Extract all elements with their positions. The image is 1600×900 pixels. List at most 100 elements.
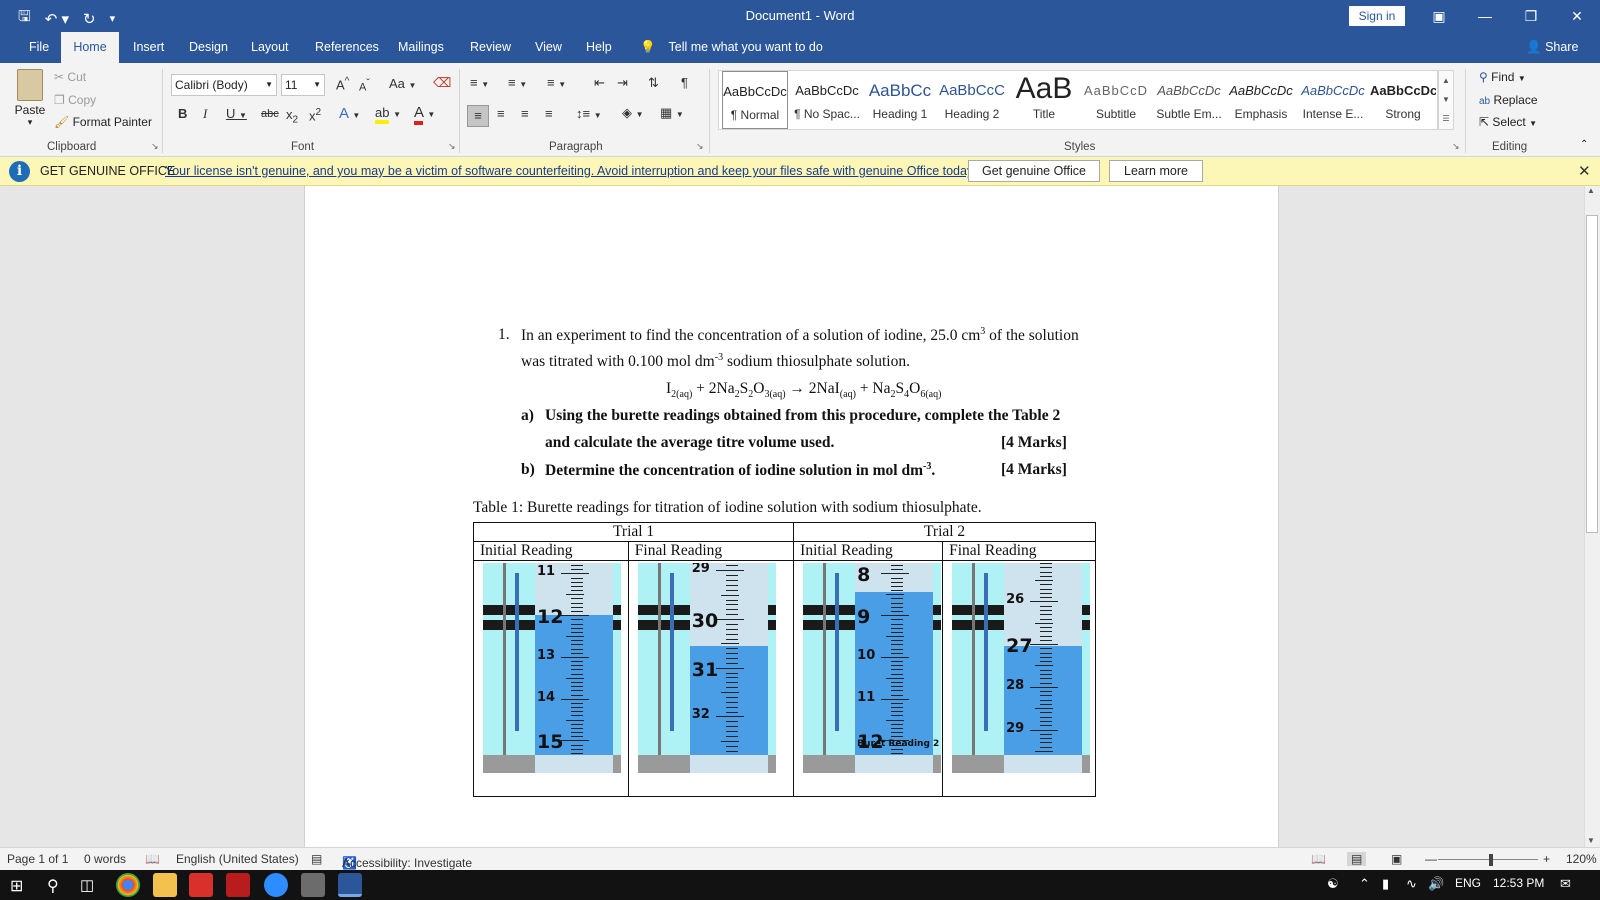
strikethrough-icon[interactable]: abc [261,108,279,120]
styles-scroll[interactable]: ▲ ▼ ☰ [1438,70,1454,130]
borders-icon[interactable]: ▦ ▼ [660,105,684,121]
tab-references[interactable]: References [304,32,390,63]
tab-insert[interactable]: Insert [122,32,175,63]
sort-icon[interactable]: ⇅ [648,75,659,91]
tab-home[interactable]: Home [61,32,119,63]
style-intense-emphasis[interactable]: AaBbCcDc Intense E... [1299,71,1367,129]
pdf-app-icon[interactable] [189,873,213,897]
style-strong[interactable]: AaBbCcDc Strong [1370,71,1436,129]
tab-file[interactable]: File [18,32,60,63]
line-spacing-icon[interactable]: ↕≡ ▼ [576,106,602,121]
task-view-icon[interactable]: ◫ [80,876,94,894]
clipboard-launcher-icon[interactable]: ↘ [151,141,159,152]
increase-indent-icon[interactable]: ⇥ [617,75,628,91]
wifi-icon[interactable]: ∿ [1406,876,1417,892]
ribbon-display-icon[interactable]: ▣ [1416,0,1462,32]
collapse-ribbon-icon[interactable]: ⌃ [1580,139,1588,150]
tab-mailings[interactable]: Mailings [387,32,455,63]
align-left-icon[interactable]: ≡ [467,105,489,127]
style-no-spacing[interactable]: AaBbCcDc ¶ No Spac... [792,71,862,129]
tab-view[interactable]: View [524,32,573,63]
chrome-icon[interactable] [116,873,140,897]
app-icon[interactable] [301,873,325,897]
paste-button[interactable]: Paste ▾ [14,69,46,128]
print-layout-icon[interactable]: ▤ [1347,852,1367,866]
zoom-slider[interactable] [1438,859,1538,860]
scroll-up-icon[interactable]: ▲ [1587,186,1595,195]
read-mode-icon[interactable]: 📖 [1311,852,1326,866]
font-launcher-icon[interactable]: ↘ [448,141,456,152]
maximize-icon[interactable]: ❐ [1508,0,1554,32]
find-button[interactable]: ⚲ Find ▼ [1479,70,1526,84]
justify-icon[interactable]: ≡ [545,106,553,121]
clear-formatting-icon[interactable]: ⌫ [433,75,451,91]
shading-icon[interactable]: ◈ ▼ [622,105,644,121]
clock[interactable]: 12:53 PM [1493,876,1544,890]
zoom-in-icon[interactable]: + [1543,852,1550,866]
notifications-icon[interactable]: ✉ [1560,876,1571,892]
style-title[interactable]: AaB Title [1010,71,1078,129]
learn-more-button[interactable]: Learn more [1109,160,1203,182]
multilevel-list-icon[interactable]: ≡ ▼ [547,75,566,90]
align-right-icon[interactable]: ≡ [521,106,529,121]
italic-icon[interactable]: I [203,106,207,122]
style-subtle-emphasis[interactable]: AaBbCcDc Subtle Em... [1154,71,1224,129]
get-genuine-office-button[interactable]: Get genuine Office [968,160,1100,182]
sign-in-button[interactable]: Sign in [1349,6,1405,26]
style-heading-1[interactable]: AaBbCc Heading 1 [866,71,934,129]
people-icon[interactable]: ☯ [1327,876,1339,892]
show-formatting-icon[interactable]: ¶ [681,75,688,90]
underline-icon[interactable]: U ▼ [226,106,247,121]
tab-layout[interactable]: Layout [240,32,300,63]
superscript-icon[interactable]: x2 [309,107,321,123]
zoom-app-icon[interactable] [264,873,288,897]
styles-launcher-icon[interactable]: ↘ [1452,141,1460,152]
style-emphasis[interactable]: AaBbCcDc Emphasis [1227,71,1295,129]
word-count[interactable]: 0 words [84,852,126,866]
zoom-slider-thumb[interactable] [1489,854,1493,866]
format-painter-button[interactable]: 🖌 Format Painter [54,115,152,129]
share-button[interactable]: 👤 Share [1526,32,1578,63]
search-icon[interactable]: ⚲ [47,876,59,896]
close-icon[interactable]: ✕ [1554,0,1600,32]
highlight-icon[interactable]: ab ▼ [375,105,401,124]
chevron-up-icon[interactable]: ⌃ [1359,876,1370,892]
style-normal[interactable]: AaBbCcDc ¶ Normal [722,71,788,129]
proofing-icon[interactable]: 📖 [145,852,160,866]
minimize-icon[interactable]: — [1462,0,1508,32]
web-layout-icon[interactable]: ▣ [1391,852,1402,866]
tab-help[interactable]: Help [575,32,623,63]
font-color-icon[interactable]: A ▼ [414,104,435,125]
style-heading-2[interactable]: AaBbCcC Heading 2 [938,71,1006,129]
select-button[interactable]: ⇱ Select ▼ [1479,115,1537,129]
file-explorer-icon[interactable] [153,873,177,897]
windows-start-icon[interactable]: ⊞ [10,876,23,896]
replace-button[interactable]: ab Replace [1479,93,1538,107]
page-count[interactable]: Page 1 of 1 [7,852,68,866]
zoom-out-icon[interactable]: — [1425,852,1437,866]
copy-button[interactable]: ❐ Copy [54,93,96,107]
input-language[interactable]: ENG [1455,876,1481,890]
change-case-button[interactable]: Aa ▼ [389,76,416,91]
acrobat-icon[interactable] [226,873,250,897]
tab-design[interactable]: Design [178,32,239,63]
language[interactable]: English (United States) [176,852,299,866]
bullets-icon[interactable]: ≡ ▼ [470,75,489,90]
volume-icon[interactable]: 🔊 [1428,876,1444,892]
close-icon[interactable]: ✕ [1578,162,1591,180]
document-page[interactable]: 1. In an experiment to find the concentr… [304,186,1279,847]
battery-icon[interactable]: ▮ [1382,876,1389,892]
decrease-indent-icon[interactable]: ⇤ [594,75,605,91]
numbering-icon[interactable]: ≡ ▼ [508,75,527,90]
align-center-icon[interactable]: ≡ [497,106,505,121]
style-subtitle[interactable]: AaBbCcD Subtitle [1082,71,1150,129]
text-effects-icon[interactable]: A ▼ [339,105,360,122]
cut-button[interactable]: ✂ Cut [54,70,86,84]
zoom-level[interactable]: 120% [1566,852,1597,866]
banner-message-link[interactable]: Your license isn't genuine, and you may … [165,164,976,178]
font-family-select[interactable]: Calibri (Body) ▼ [171,74,277,96]
bold-icon[interactable]: B [178,106,187,121]
scroll-down-icon[interactable]: ▼ [1587,836,1595,845]
word-taskbar-icon[interactable] [338,873,362,897]
macro-icon[interactable]: ▤ [311,852,322,866]
